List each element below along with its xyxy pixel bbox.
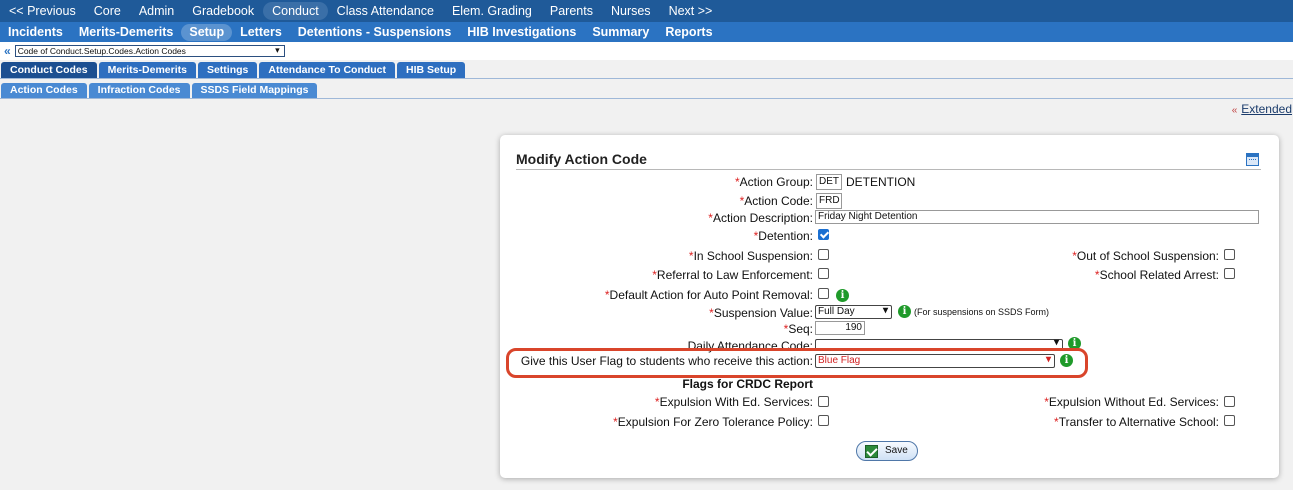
tab-infraction-codes[interactable]: Infraction Codes xyxy=(88,83,190,98)
tab-settings[interactable]: Settings xyxy=(197,62,258,78)
action-code-field[interactable]: FRD xyxy=(816,193,842,209)
expulsion-with-checkbox[interactable] xyxy=(818,396,829,407)
school-related-arrest-label: *School Related Arrest: xyxy=(1094,268,1219,282)
detention-label: *Detention: xyxy=(753,229,813,243)
action-code-label: *Action Code: xyxy=(739,194,813,208)
chevron-down-icon: ▾ xyxy=(275,45,280,55)
calendar-icon[interactable] xyxy=(1246,153,1259,166)
expulsion-zero-tolerance-checkbox[interactable] xyxy=(818,415,829,426)
breadcrumb-select[interactable]: Code of Conduct.Setup.Codes.Action Codes… xyxy=(14,45,285,57)
subnav-setup[interactable]: Setup xyxy=(181,23,233,41)
nav-admin[interactable]: Admin xyxy=(130,0,183,22)
crdc-heading: Flags for CRDC Report xyxy=(682,377,813,391)
referral-label: *Referral to Law Enforcement: xyxy=(652,268,813,282)
info-icon[interactable]: i xyxy=(898,305,911,318)
user-flag-highlight xyxy=(506,348,1088,378)
save-label: Save xyxy=(885,445,908,456)
detention-checkbox[interactable] xyxy=(818,229,829,240)
action-group-name: DETENTION xyxy=(846,175,916,189)
action-description-field[interactable]: Friday Night Detention xyxy=(815,210,1259,224)
referral-checkbox[interactable] xyxy=(818,268,829,279)
collapse-chevron-icon[interactable]: « xyxy=(4,44,11,58)
tab-ssds-field-mappings[interactable]: SSDS Field Mappings xyxy=(191,83,318,98)
divider xyxy=(516,169,1261,170)
top-nav: << Previous Core Admin Gradebook Conduct… xyxy=(0,0,1293,22)
double-arrow-icon: « xyxy=(1231,105,1238,116)
tab-conduct-codes[interactable]: Conduct Codes xyxy=(1,62,97,78)
tab-action-codes[interactable]: Action Codes xyxy=(1,83,87,98)
chevron-down-icon: ▾ xyxy=(882,305,888,316)
subnav-incidents[interactable]: Incidents xyxy=(0,22,71,42)
suspension-value-select[interactable]: Full Day ▾ xyxy=(815,305,892,319)
tab-merits-demerits[interactable]: Merits-Demerits xyxy=(98,62,196,78)
nav-conduct[interactable]: Conduct xyxy=(263,2,328,20)
nav-core[interactable]: Core xyxy=(85,0,130,22)
nav-elem-grading[interactable]: Elem. Grading xyxy=(443,0,541,22)
extended-link[interactable]: «Extended xyxy=(1232,102,1292,116)
tab-attendance-to-conduct[interactable]: Attendance To Conduct xyxy=(259,62,396,78)
action-group-code-field[interactable]: DET xyxy=(816,174,842,190)
transfer-alternative-school-label: *Transfer to Alternative School: xyxy=(1054,415,1219,429)
primary-tabs: Conduct Codes Merits-Demerits Settings A… xyxy=(0,61,1293,79)
expulsion-without-checkbox[interactable] xyxy=(1224,396,1235,407)
expulsion-without-label: *Expulsion Without Ed. Services: xyxy=(1044,395,1219,409)
nav-nurses[interactable]: Nurses xyxy=(602,0,660,22)
modify-action-code-panel: Modify Action Code *Action Group: DET DE… xyxy=(500,135,1279,478)
subnav-summary[interactable]: Summary xyxy=(584,22,657,42)
expulsion-with-label: *Expulsion With Ed. Services: xyxy=(654,395,813,409)
secondary-tabs: Action Codes Infraction Codes SSDS Field… xyxy=(0,82,1293,99)
seq-field[interactable]: 190 xyxy=(815,321,865,335)
subnav-reports[interactable]: Reports xyxy=(657,22,720,42)
out-of-school-suspension-label: *Out of School Suspension: xyxy=(1072,249,1219,263)
in-school-suspension-checkbox[interactable] xyxy=(818,249,829,260)
in-school-suspension-label: *In School Suspension: xyxy=(688,249,813,263)
action-group-label: *Action Group: xyxy=(734,175,813,189)
nav-next[interactable]: Next >> xyxy=(660,0,722,22)
extended-label[interactable]: Extended xyxy=(1241,102,1292,116)
checkmark-icon xyxy=(865,445,878,458)
default-action-label: *Default Action for Auto Point Removal: xyxy=(604,288,813,302)
nav-class-attendance[interactable]: Class Attendance xyxy=(328,0,443,22)
subnav-merits-demerits[interactable]: Merits-Demerits xyxy=(71,22,181,42)
nav-previous[interactable]: << Previous xyxy=(0,0,85,22)
info-icon[interactable]: i xyxy=(836,289,849,302)
subnav-letters[interactable]: Letters xyxy=(232,22,290,42)
expulsion-zero-tolerance-label: *Expulsion For Zero Tolerance Policy: xyxy=(613,415,813,429)
breadcrumb-bar: « Code of Conduct.Setup.Codes.Action Cod… xyxy=(0,42,1293,60)
subnav-detentions-suspensions[interactable]: Detentions - Suspensions xyxy=(290,22,460,42)
tab-hib-setup[interactable]: HIB Setup xyxy=(397,62,466,78)
suspension-value-label: *Suspension Value: xyxy=(709,306,813,320)
sub-nav: Incidents Merits-Demerits Setup Letters … xyxy=(0,22,1293,42)
transfer-alternative-school-checkbox[interactable] xyxy=(1224,415,1235,426)
out-of-school-suspension-checkbox[interactable] xyxy=(1224,249,1235,260)
nav-parents[interactable]: Parents xyxy=(541,0,602,22)
panel-title: Modify Action Code xyxy=(516,151,647,167)
default-action-checkbox[interactable] xyxy=(818,288,829,299)
save-button[interactable]: Save xyxy=(856,441,918,461)
seq-label: *Seq: xyxy=(783,322,813,336)
subnav-hib-investigations[interactable]: HIB Investigations xyxy=(459,22,584,42)
breadcrumb-path: Code of Conduct.Setup.Codes.Action Codes xyxy=(17,46,186,56)
action-description-label: *Action Description: xyxy=(708,211,813,225)
school-related-arrest-checkbox[interactable] xyxy=(1224,268,1235,279)
nav-gradebook[interactable]: Gradebook xyxy=(183,0,263,22)
suspension-note: (For suspensions on SSDS Form) xyxy=(914,307,1050,317)
